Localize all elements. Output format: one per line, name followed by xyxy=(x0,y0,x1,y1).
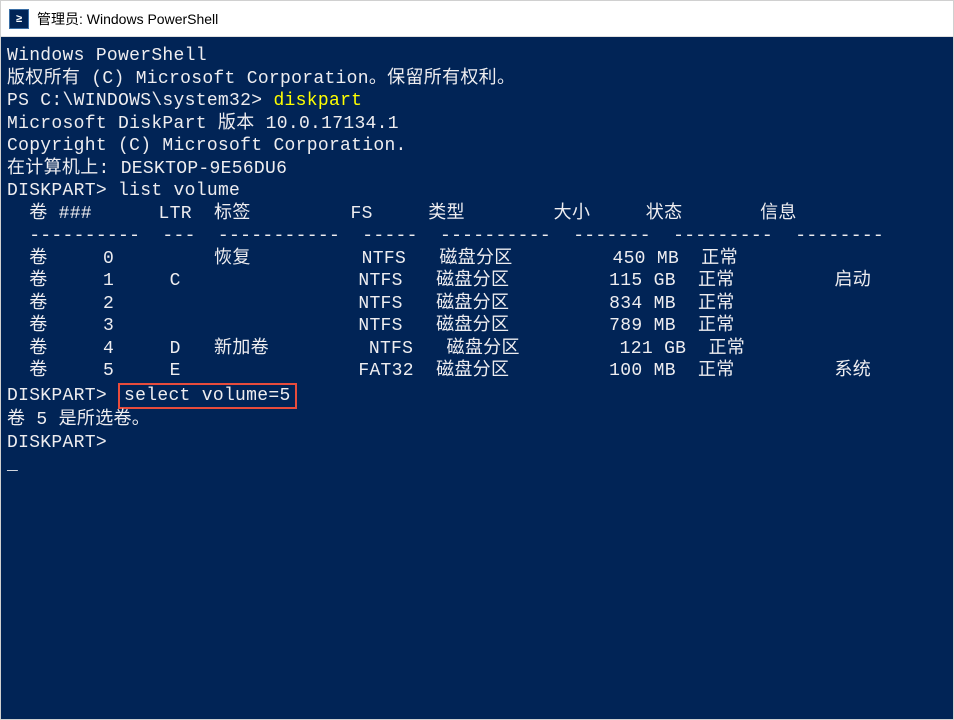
command-text: list volume xyxy=(118,181,240,201)
title-bar[interactable]: ≥ 管理员: Windows PowerShell xyxy=(1,1,953,37)
table-row: 卷 3 NTFS 磁盘分区 789 MB 正常 xyxy=(7,315,947,338)
powershell-icon: ≥ xyxy=(9,9,29,29)
output-line: 卷 5 是所选卷。 xyxy=(7,409,947,432)
prompt-prefix: PS C:\WINDOWS\system32> xyxy=(7,91,273,111)
output-line: 在计算机上: DESKTOP-9E56DU6 xyxy=(7,158,947,181)
table-divider: ---------- --- ----------- ----- -------… xyxy=(7,225,947,248)
terminal-content[interactable]: Windows PowerShell版权所有 (C) Microsoft Cor… xyxy=(1,37,953,719)
prompt-prefix: DISKPART> xyxy=(7,181,118,201)
table-row: 卷 0 恢复 NTFS 磁盘分区 450 MB 正常 xyxy=(7,248,947,271)
table-row: 卷 5 E FAT32 磁盘分区 100 MB 正常 系统 xyxy=(7,360,947,383)
cursor[interactable]: _ xyxy=(7,454,947,477)
command-highlighted: select volume=5 xyxy=(118,383,297,410)
output-line: Copyright (C) Microsoft Corporation. xyxy=(7,135,947,158)
powershell-window: ≥ 管理员: Windows PowerShell Windows PowerS… xyxy=(0,0,954,720)
command-text: diskpart xyxy=(273,91,362,111)
prompt-prefix: DISKPART> xyxy=(7,386,118,406)
output-line: 版权所有 (C) Microsoft Corporation。保留所有权利。 xyxy=(7,68,947,91)
prompt-line: DISKPART> select volume=5 xyxy=(7,383,947,410)
output-line: Microsoft DiskPart 版本 10.0.17134.1 xyxy=(7,113,947,136)
table-header: 卷 ### LTR 标签 FS 类型 大小 状态 信息 xyxy=(7,203,947,226)
table-row: 卷 4 D 新加卷 NTFS 磁盘分区 121 GB 正常 xyxy=(7,338,947,361)
prompt-line: DISKPART> list volume xyxy=(7,180,947,203)
table-row: 卷 1 C NTFS 磁盘分区 115 GB 正常 启动 xyxy=(7,270,947,293)
prompt-line: PS C:\WINDOWS\system32> diskpart xyxy=(7,90,947,113)
prompt-line: DISKPART> xyxy=(7,432,947,455)
table-row: 卷 2 NTFS 磁盘分区 834 MB 正常 xyxy=(7,293,947,316)
powershell-icon-glyph: ≥ xyxy=(16,13,22,25)
window-title: 管理员: Windows PowerShell xyxy=(37,9,218,29)
output-line: Windows PowerShell xyxy=(7,45,947,68)
